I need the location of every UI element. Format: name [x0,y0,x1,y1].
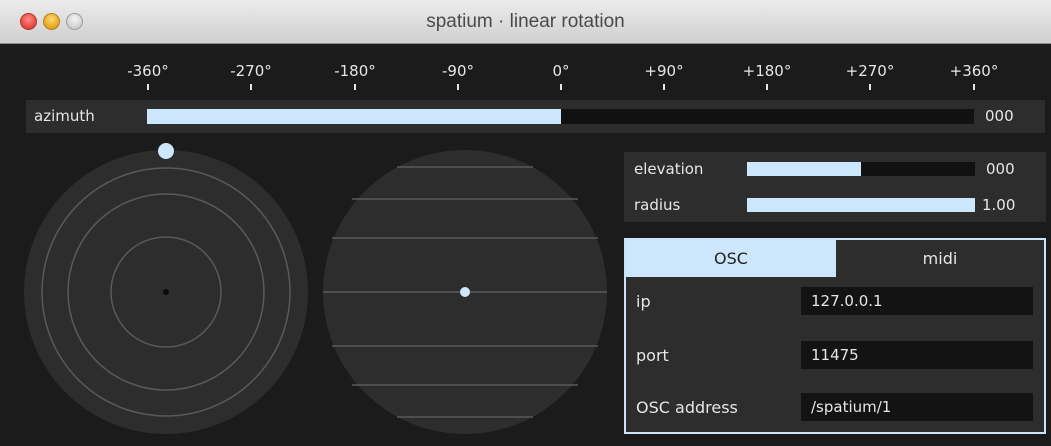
azimuth-slider[interactable] [147,109,974,124]
port-input[interactable]: 11475 [801,341,1033,369]
scale-tick-mark [457,84,459,90]
elevation-slider-fill [747,162,861,176]
title-bar: spatium · linear rotation [0,0,1051,44]
azimuth-row: azimuth 000 [26,100,1045,133]
elevation-radius-panel: elevation 000 radius 1.00 [624,152,1046,222]
elevation-handle[interactable] [460,287,470,297]
scale-tick-label: +270° [845,62,895,80]
spatial-panels [24,142,614,442]
scale-tick-mark [766,84,768,90]
scale-tick-label: -360° [127,62,169,80]
scale-tick-mark [560,84,562,90]
osc-address-input[interactable]: /spatium/1 [801,393,1033,421]
radius-slider-fill [747,198,975,212]
azimuth-slider-fill [147,109,561,124]
tab-osc[interactable]: OSC [626,240,836,277]
ip-input[interactable]: 127.0.0.1 [801,287,1033,315]
ip-label: ip [636,292,651,311]
window-title: spatium · linear rotation [426,11,625,32]
scale-tick-label: -90° [442,62,474,80]
scale-tick-mark [354,84,356,90]
tab-midi[interactable]: midi [836,240,1044,277]
scale-tick-mark [973,84,975,90]
azimuth-value: 000 [985,107,1014,125]
scale-tick-label: -180° [334,62,376,80]
scale-tick-label: +180° [742,62,792,80]
scale-tick-mark [250,84,252,90]
scale-tick-label: -270° [230,62,272,80]
scale-tick-label: 0° [552,62,570,80]
radius-label: radius [634,196,681,214]
side-view-panel[interactable] [323,150,607,434]
azimuth-label: azimuth [34,107,95,125]
radius-slider[interactable] [747,198,975,212]
osc-address-label: OSC address [636,398,738,417]
top-view-panel[interactable] [24,143,308,434]
scale-tick-label: +360° [949,62,999,80]
radius-value: 1.00 [982,196,1016,214]
elevation-value: 000 [986,160,1015,178]
osc-port-row: port 11475 [626,336,1044,376]
scale-tick-mark [663,84,665,90]
source-position-handle[interactable] [158,143,174,159]
azimuth-scale: -360° -270° -180° -90° 0° +90° +180° +27… [0,44,1051,100]
listener-center-dot [163,289,169,295]
spatial-view [24,143,607,434]
elevation-label: elevation [634,160,704,178]
settings-tabs: OSC midi ip 127.0.0.1 port 11475 OSC add… [624,238,1046,434]
scale-tick-label: +90° [644,62,684,80]
scale-tick-mark [147,84,149,90]
scale-tick-mark [869,84,871,90]
elevation-slider[interactable] [747,162,975,176]
osc-address-row: OSC address /spatium/1 [626,388,1044,428]
port-label: port [636,346,669,365]
osc-ip-row: ip 127.0.0.1 [626,282,1044,322]
